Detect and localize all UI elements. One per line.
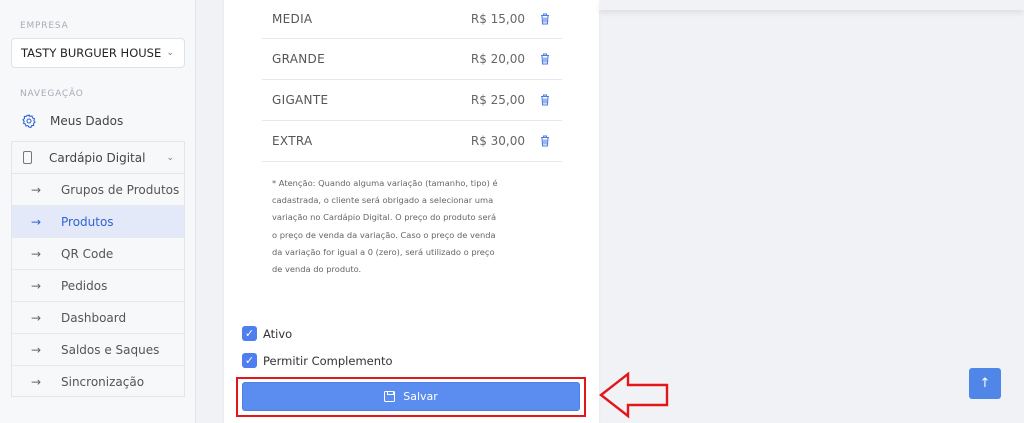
sidebar: EMPRESA TASTY BURGUER HOUSE ⌄ NAVEGAÇÃO …	[0, 0, 196, 423]
note-line: de venda do produto.	[272, 264, 362, 275]
note-line: cadastrada, o cliente será obrigado a se…	[272, 195, 494, 206]
arrow-right-icon: →	[31, 214, 42, 229]
arrow-right-icon: →	[31, 310, 42, 325]
sidebar-item-label: Cardápio Digital	[49, 150, 146, 165]
floppy-icon	[384, 391, 396, 402]
sidebar-item-label: Saldos e Saques	[61, 342, 160, 357]
variation-name: EXTRA	[272, 134, 313, 148]
arrow-right-icon: →	[31, 375, 42, 389]
permitir-complemento-checkbox[interactable]: ✓ Permitir Complemento	[242, 353, 393, 368]
variation-name: GIGANTE	[272, 93, 329, 107]
sidebar-item-cardapio-digital[interactable]: Cardápio Digital ⌄	[12, 142, 184, 174]
gear-icon	[20, 112, 38, 130]
variation-row: GRANDE R$ 20,00	[262, 39, 562, 80]
variation-price: R$ 20,00	[470, 52, 525, 66]
company-name: TASTY BURGUER HOUSE	[21, 46, 162, 60]
top-panel-edge	[599, 0, 1024, 10]
note-line: * Atenção: Quando alguma variação (taman…	[272, 178, 498, 188]
trash-icon[interactable]	[540, 13, 550, 25]
sidebar-item-label: Produtos	[61, 214, 114, 229]
arrow-right-icon: →	[31, 182, 42, 197]
chevron-down-icon: ⌄	[166, 152, 174, 163]
save-button-label: Salvar	[403, 390, 438, 403]
check-icon: ✓	[242, 326, 257, 341]
ativo-checkbox[interactable]: ✓ Ativo	[242, 326, 292, 341]
variation-price: R$ 30,00	[470, 134, 525, 148]
sidebar-item-grupos-de-produtos[interactable]: → Grupos de Produtos	[12, 174, 184, 206]
checkbox-label: Ativo	[263, 326, 293, 341]
sidebar-item-label: Pedidos	[61, 278, 108, 293]
variation-name: GRANDE	[272, 52, 325, 66]
note-line: da variação for igual a 0 (zero), será u…	[272, 246, 495, 257]
arrow-right-icon: →	[31, 246, 42, 261]
sidebar-item-label: Sincronização	[61, 375, 145, 389]
sidebar-item-qr-code[interactable]: → QR Code	[12, 238, 184, 270]
sidebar-item-saldos-e-saques[interactable]: → Saldos e Saques	[12, 334, 184, 366]
empresa-label: EMPRESA	[20, 21, 69, 31]
check-icon: ✓	[242, 353, 257, 368]
note-line: o preço de venda da variação. Caso o pre…	[272, 229, 496, 240]
phone-icon	[23, 151, 32, 164]
scroll-top-button[interactable]: ↑	[969, 368, 1001, 399]
variation-name: MEDIA	[272, 12, 313, 26]
note-line: variação no Cardápio Digital. O preço do…	[272, 212, 497, 223]
variation-row: MEDIA R$ 15,00	[262, 0, 562, 39]
chevron-down-icon: ⌄	[166, 48, 174, 58]
arrow-right-icon: →	[31, 278, 42, 293]
sidebar-item-label: Grupos de Produtos	[61, 182, 180, 197]
variation-price: R$ 15,00	[470, 12, 525, 26]
annotation-arrow-icon	[599, 371, 669, 419]
company-select[interactable]: TASTY BURGUER HOUSE ⌄	[11, 38, 185, 68]
cardapio-group: Cardápio Digital ⌄ → Grupos de Produtos …	[11, 141, 185, 397]
variation-row: EXTRA R$ 30,00	[262, 121, 562, 162]
sidebar-item-dashboard[interactable]: → Dashboard	[12, 302, 184, 334]
trash-icon[interactable]	[540, 135, 550, 147]
save-button[interactable]: Salvar	[242, 382, 580, 411]
variation-price: R$ 25,00	[470, 93, 525, 107]
navegacao-label: NAVEGAÇÃO	[20, 89, 84, 99]
variation-note: * Atenção: Quando alguma variação (taman…	[272, 175, 504, 278]
sidebar-item-meus-dados[interactable]: Meus Dados	[11, 111, 185, 131]
sidebar-item-pedidos[interactable]: → Pedidos	[12, 270, 184, 302]
arrow-right-icon: →	[31, 342, 42, 357]
sidebar-item-label: Meus Dados	[50, 114, 124, 128]
checkbox-label: Permitir Complemento	[263, 353, 393, 368]
sidebar-item-produtos[interactable]: → Produtos	[12, 206, 184, 238]
trash-icon[interactable]	[540, 94, 550, 106]
sidebar-item-label: QR Code	[61, 246, 114, 261]
variation-row: GIGANTE R$ 25,00	[262, 80, 562, 121]
sidebar-item-label: Dashboard	[61, 310, 127, 325]
trash-icon[interactable]	[540, 53, 550, 65]
sidebar-item-sincronizacao[interactable]: → Sincronização	[12, 366, 184, 398]
arrow-up-icon: ↑	[979, 376, 991, 391]
